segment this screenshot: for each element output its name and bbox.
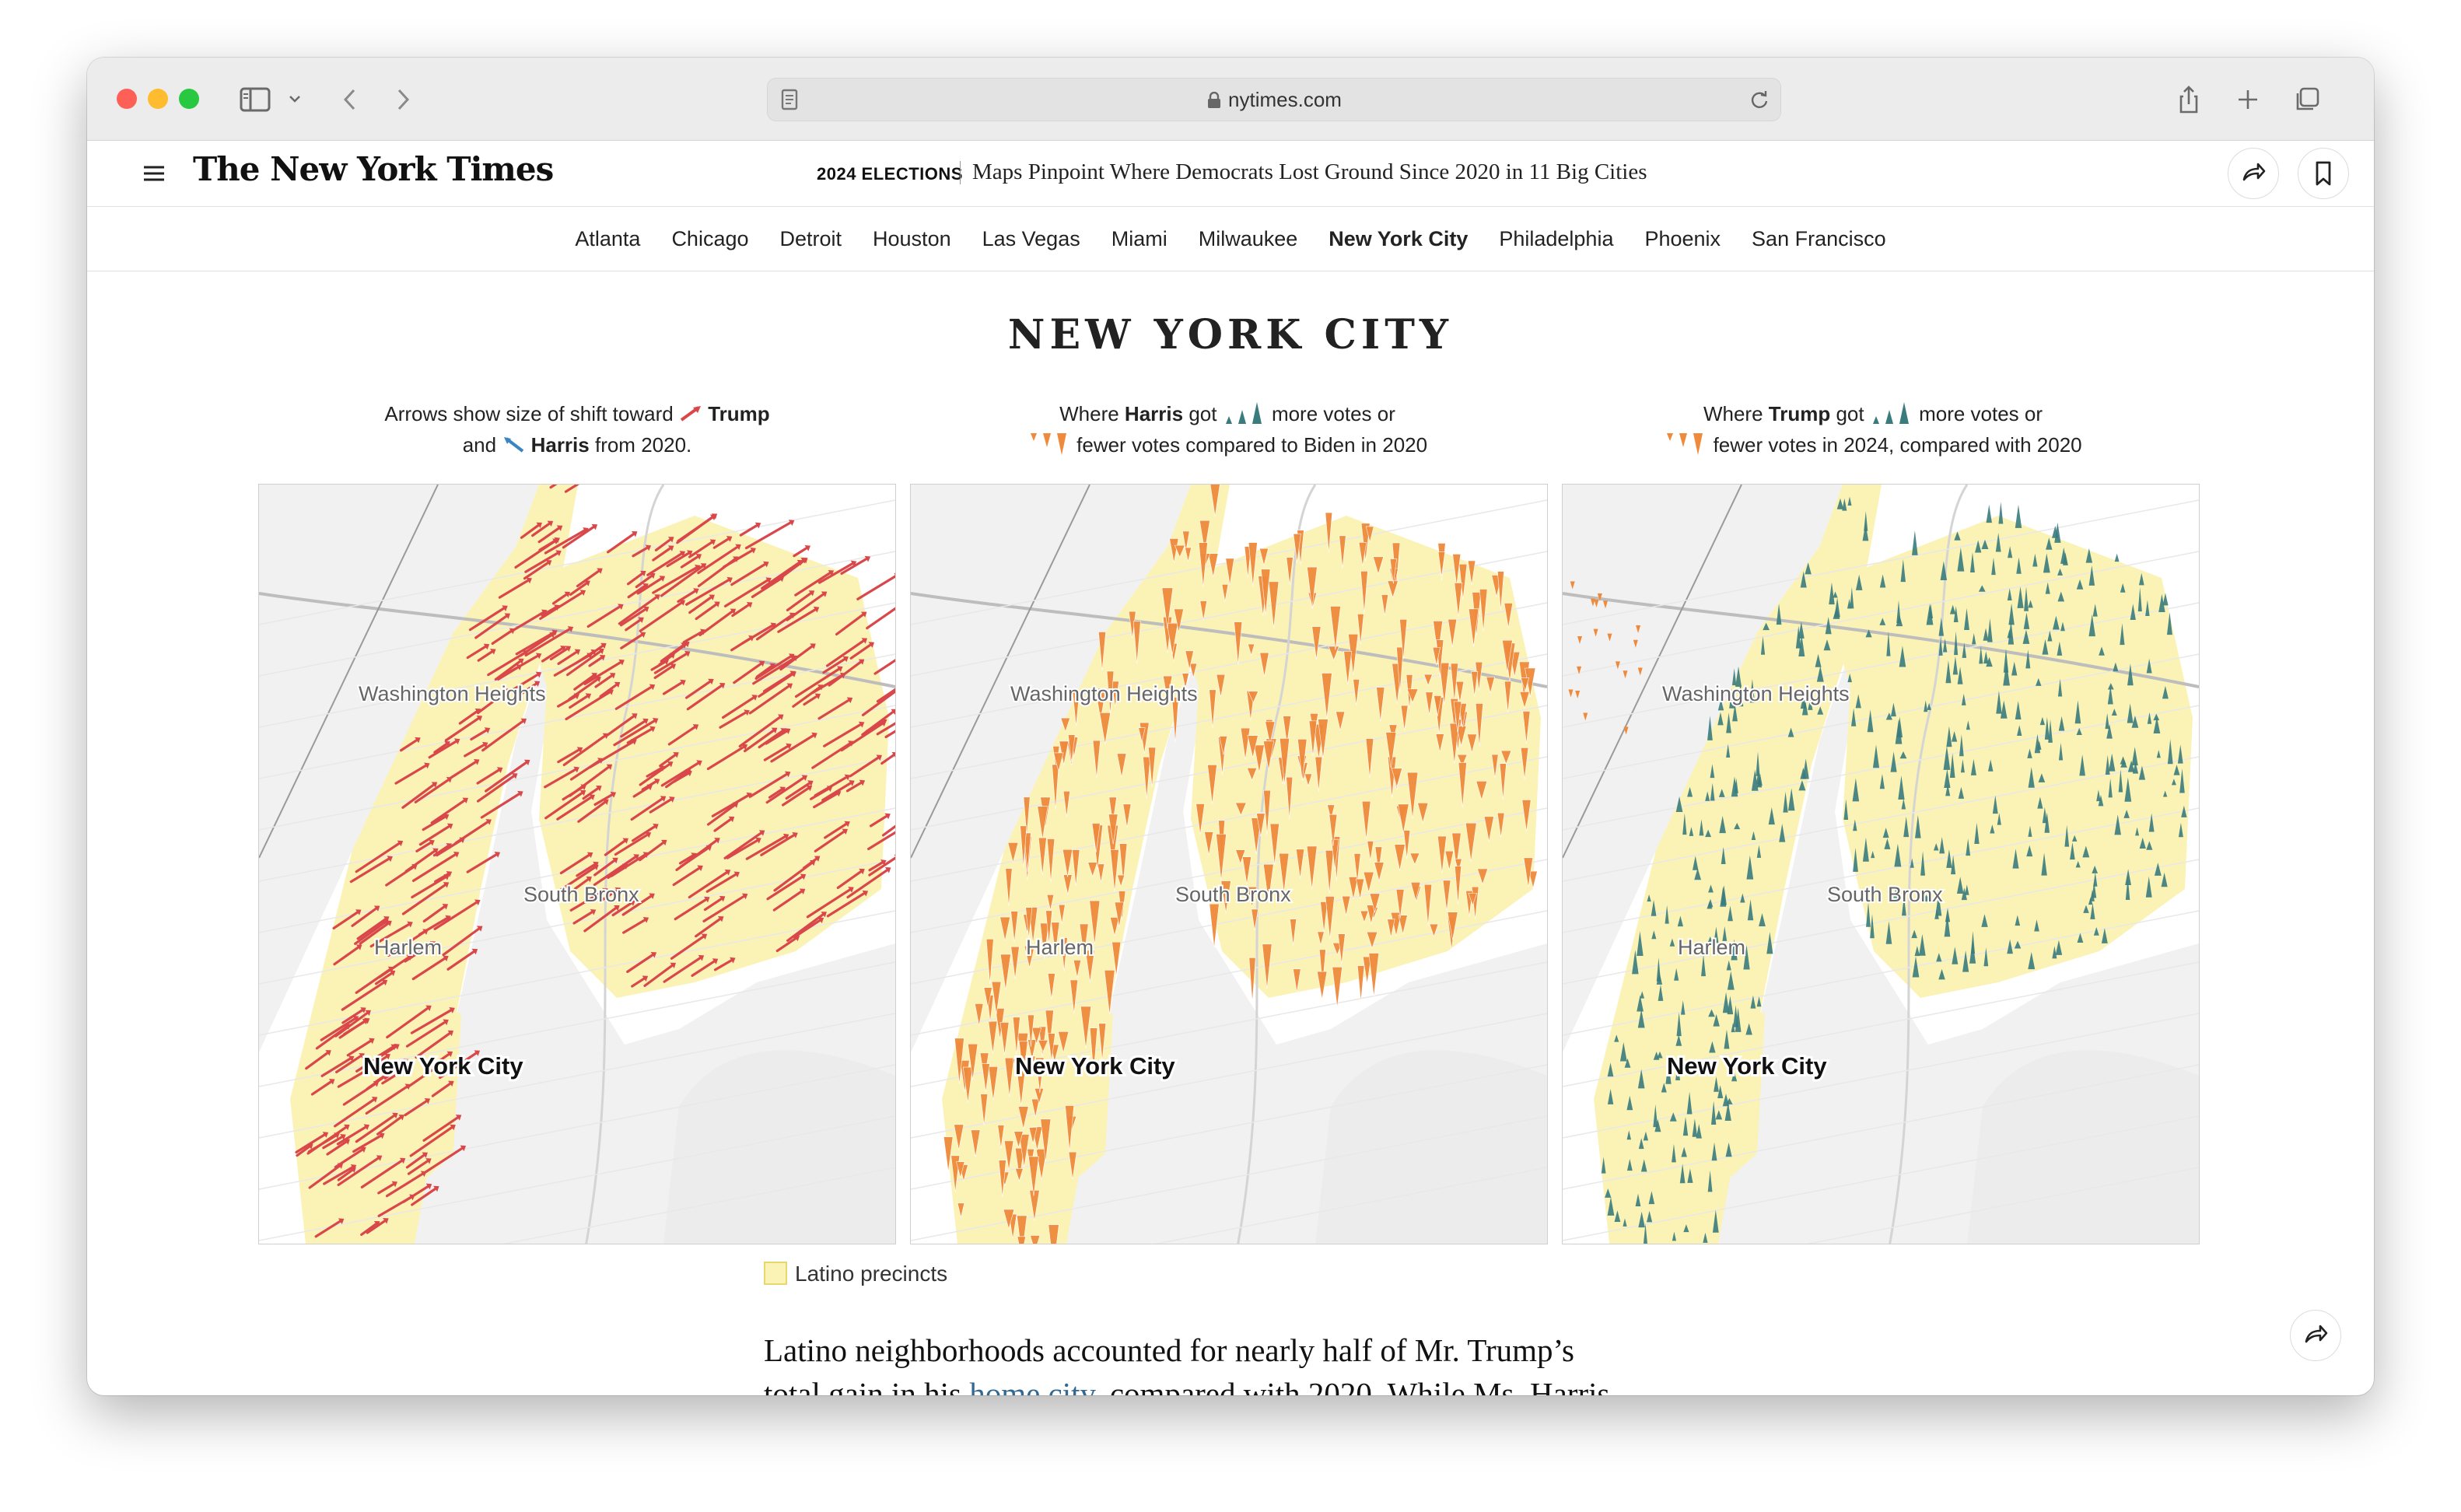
legend-trump-text4: fewer votes in 2024, compared with 2020 <box>1713 433 2082 457</box>
share-icon[interactable] <box>2173 78 2204 121</box>
forward-icon[interactable] <box>387 78 418 121</box>
map-label-harlem: Harlem <box>1026 936 1094 959</box>
more-votes-spikes-icon <box>1872 402 1909 424</box>
map-label-harlem: Harlem <box>374 936 442 959</box>
map-label-new-york-city: New York City <box>1015 1052 1175 1080</box>
fewer-votes-spikes-icon <box>1667 433 1703 455</box>
city-link-philadelphia[interactable]: Philadelphia <box>1499 227 1613 251</box>
legend-trump-text1: Where <box>1703 402 1763 425</box>
save-article-button[interactable] <box>2298 148 2349 199</box>
city-link-houston[interactable]: Houston <box>873 227 951 251</box>
home-city-link[interactable]: home city <box>969 1376 1094 1395</box>
legend-trump-name: Trump <box>708 402 770 425</box>
city-link-detroit[interactable]: Detroit <box>780 227 842 251</box>
map-label-washington-heights: Washington Heights <box>1010 682 1198 705</box>
latino-precincts-label: Latino precincts <box>795 1262 948 1286</box>
map-label-south-bronx: South Bronx <box>523 883 639 906</box>
city-link-atlanta[interactable]: Atlanta <box>575 227 640 251</box>
sidebar-icon[interactable] <box>235 78 282 121</box>
lock-icon <box>1208 91 1221 108</box>
map-label-washington-heights: Washington Heights <box>359 682 546 705</box>
harris-arrow-icon <box>504 437 524 453</box>
legend-trump: Where Trump got more votes or fewer vote… <box>1554 398 2192 460</box>
article-body: Latino neighborhoods accounted for nearl… <box>764 1328 1682 1395</box>
map-trump-svg: Washington Heights South Bronx Harlem New Y… <box>1563 485 2199 1244</box>
map-label-washington-heights: Washington Heights <box>1662 682 1850 705</box>
city-link-chicago[interactable]: Chicago <box>671 227 748 251</box>
share-arrow-icon <box>2242 163 2266 181</box>
minimize-window-button[interactable] <box>148 89 168 109</box>
body-text-cut: total gain in his <box>764 1376 961 1395</box>
city-link-milwaukee[interactable]: Milwaukee <box>1199 227 1298 251</box>
address-bar[interactable]: nytimes.com <box>767 78 1781 121</box>
map-harris-svg: Washington Heights South Bronx Harlem New Y… <box>911 485 1547 1244</box>
legend-harris-text2: got <box>1188 402 1217 425</box>
legend-shift-text3: from 2020. <box>594 433 692 457</box>
legend-shift-text1: Arrows show size of shift toward <box>384 402 674 425</box>
plus-icon[interactable] <box>2232 78 2263 121</box>
browser-window: nytimes.com The New York Times 2024 ELEC… <box>87 58 2374 1395</box>
bookmark-icon <box>2316 161 2331 186</box>
kicker-divider <box>960 161 961 184</box>
legend-harris-text4: fewer votes compared to Biden in 2020 <box>1076 433 1428 457</box>
trump-arrow-icon <box>680 406 701 422</box>
city-link-phoenix[interactable]: Phoenix <box>1644 227 1721 251</box>
map-label-south-bronx: South Bronx <box>1175 883 1291 906</box>
legend-harris-text3: more votes or <box>1271 402 1395 425</box>
reload-icon[interactable] <box>1748 88 1771 111</box>
close-window-button[interactable] <box>117 89 137 109</box>
legend-trump-text2: got <box>1836 402 1864 425</box>
body-text-after: , compared with 2020. While Ms. Harris <box>1094 1376 1610 1395</box>
legend-harris-name: Harris <box>530 433 590 457</box>
map-label-new-york-city: New York City <box>363 1052 523 1080</box>
city-link-san-francisco[interactable]: San Francisco <box>1752 227 1886 251</box>
legend-harris-text1: Where <box>1059 402 1119 425</box>
city-link-new-york-city[interactable]: New York City <box>1329 227 1468 251</box>
url-text: nytimes.com <box>1228 88 1342 111</box>
legend-shift-text2: and <box>462 433 497 457</box>
more-votes-spikes-icon <box>1225 402 1262 424</box>
floating-share-button[interactable] <box>2290 1310 2341 1361</box>
section-kicker[interactable]: 2024 ELECTIONS <box>817 164 963 184</box>
share-article-button[interactable] <box>2228 148 2279 199</box>
chevron-down-icon[interactable] <box>285 78 305 121</box>
harris-fewer-votes-spike <box>1017 1236 1026 1244</box>
fewer-votes-spikes-icon <box>1030 433 1066 455</box>
tabs-icon[interactable] <box>2290 78 2324 121</box>
browser-toolbar: nytimes.com <box>87 58 2374 141</box>
legend-shift: Arrows show size of shift toward Trump a… <box>258 398 896 460</box>
city-link-miami[interactable]: Miami <box>1111 227 1167 251</box>
legend-trump-text3: more votes or <box>1919 402 2043 425</box>
site-header: The New York Times 2024 ELECTIONS Maps P… <box>87 141 2374 207</box>
legend-harris-candidate: Harris <box>1124 402 1184 425</box>
map-trump-votes[interactable]: Washington Heights South Bronx Harlem New Y… <box>1562 484 2200 1244</box>
legend-harris: Where Harris got more votes or fewer vot… <box>908 398 1546 460</box>
share-arrow-icon <box>2305 1325 2328 1343</box>
legend-trump-candidate: Trump <box>1768 402 1831 425</box>
url-display: nytimes.com <box>768 88 1780 112</box>
body-text-line1: Latino neighborhoods accounted for nearl… <box>764 1332 1574 1368</box>
section-title: NEW YORK CITY <box>1007 311 1454 359</box>
map-label-harlem: Harlem <box>1678 936 1745 959</box>
latino-precincts-swatch <box>764 1262 787 1285</box>
city-link-las-vegas[interactable]: Las Vegas <box>982 227 1080 251</box>
map-harris-votes[interactable]: Washington Heights South Bronx Harlem New Y… <box>910 484 1548 1244</box>
map-shift-arrows[interactable]: Washington Heights South Bronx Harlem New Y… <box>258 484 896 1244</box>
back-icon[interactable] <box>334 78 366 121</box>
map-label-new-york-city: New York City <box>1667 1052 1827 1080</box>
city-navigation: Atlanta Chicago Detroit Houston Las Vega… <box>87 207 2374 271</box>
nyt-logo[interactable]: The New York Times <box>193 150 554 188</box>
map-shift-svg: Washington Heights South Bronx Harlem New Y… <box>259 485 895 1244</box>
menu-icon[interactable] <box>142 161 166 186</box>
map-label-south-bronx: South Bronx <box>1827 883 1943 906</box>
zoom-window-button[interactable] <box>179 89 199 109</box>
article-headline: Maps Pinpoint Where Democrats Lost Groun… <box>972 159 1647 184</box>
